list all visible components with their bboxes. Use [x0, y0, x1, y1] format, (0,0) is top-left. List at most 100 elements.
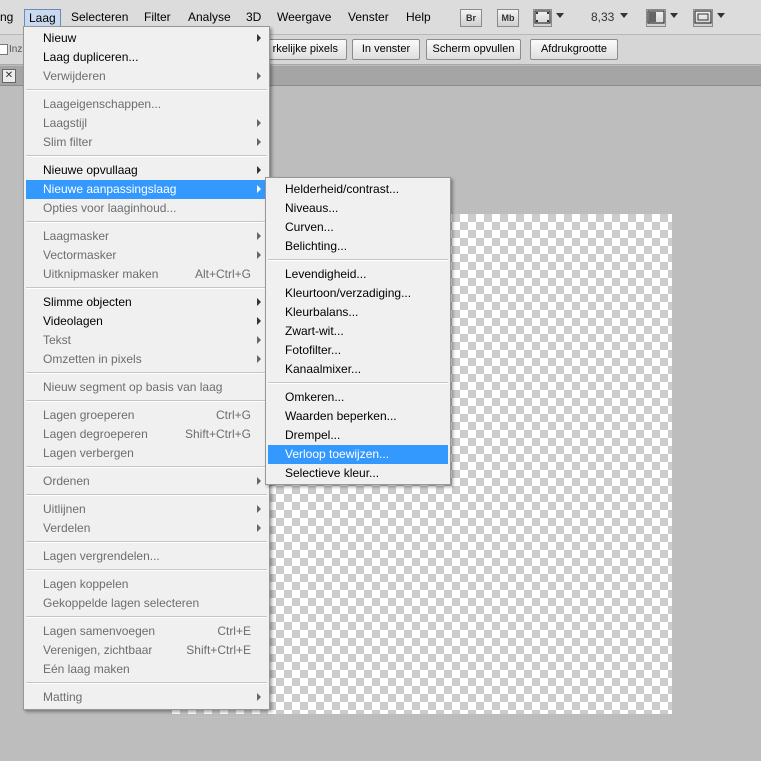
menu-item-lagen-groeperen[interactable]: Lagen groeperen Ctrl+G [26, 406, 267, 425]
menu-item-label: Niveaus... [285, 201, 339, 215]
menu-item-tekst[interactable]: Tekst [26, 331, 267, 350]
submenu-item-drempel[interactable]: Drempel... [268, 426, 448, 445]
menu-separator [26, 682, 267, 684]
menu-separator [26, 569, 267, 571]
screen-mode-icon[interactable] [693, 9, 713, 27]
menu-bar-item-venster[interactable]: Venster [348, 10, 389, 27]
menu-item-label: Ordenen [43, 474, 90, 488]
menu-bar-item-analyse[interactable]: Analyse [188, 10, 231, 27]
menu-item-lagen-degroeperen[interactable]: Lagen degroeperen Shift+Ctrl+G [26, 425, 267, 444]
adjustment-layer-submenu: Helderheid/contrast... Niveaus... Curven..… [265, 177, 451, 485]
menu-item-laagstijl[interactable]: Laagstijl [26, 114, 267, 133]
menu-item-label: Eén laag maken [43, 662, 130, 676]
arrange-documents-icon[interactable] [646, 9, 666, 27]
menu-bar-item-help[interactable]: Help [406, 10, 431, 27]
filmstrip-icon[interactable] [533, 9, 552, 27]
fit-in-window-button[interactable]: In venster [352, 39, 420, 60]
menu-separator [26, 494, 267, 496]
menu-item-nieuw-segment-op-basis-van-laag[interactable]: Nieuw segment op basis van laag [26, 378, 267, 397]
menu-item-slimme-objecten[interactable]: Slimme objecten [26, 293, 267, 312]
menu-item-lagen-vergrendelen[interactable]: Lagen vergrendelen... [26, 547, 267, 566]
menu-item-slim-filter[interactable]: Slim filter [26, 133, 267, 152]
chevron-down-icon[interactable] [556, 13, 564, 18]
menu-item-videolagen[interactable]: Videolagen [26, 312, 267, 331]
menu-item-label: Helderheid/contrast... [285, 182, 400, 196]
close-icon[interactable]: ✕ [2, 69, 16, 83]
chevron-down-icon[interactable] [717, 13, 725, 18]
menu-separator [26, 221, 267, 223]
menu-separator [26, 466, 267, 468]
menu-separator [26, 372, 267, 374]
menu-item-label: Opties voor laaginhoud... [43, 201, 177, 215]
menu-bar-item-weergave[interactable]: Weergave [277, 10, 331, 27]
submenu-item-kanaalmixer[interactable]: Kanaalmixer... [268, 360, 448, 379]
submenu-item-belichting[interactable]: Belichting... [268, 237, 448, 256]
fill-screen-button[interactable]: Scherm opvullen [426, 39, 521, 60]
submenu-item-zwart-wit[interactable]: Zwart-wit... [268, 322, 448, 341]
menu-item-uitknipmasker-maken[interactable]: Uitknipmasker maken Alt+Ctrl+G [26, 265, 267, 284]
submenu-arrow-icon [257, 119, 261, 127]
submenu-arrow-icon [257, 232, 261, 240]
submenu-item-kleurbalans[interactable]: Kleurbalans... [268, 303, 448, 322]
submenu-item-fotofilter[interactable]: Fotofilter... [268, 341, 448, 360]
menu-item-verwijderen[interactable]: Verwijderen [26, 67, 267, 86]
menu-bar-item-bewerking[interactable]: ng [0, 10, 13, 27]
menu-item-laageigenschappen[interactable]: Laageigenschappen... [26, 95, 267, 114]
submenu-item-helderheid-contrast[interactable]: Helderheid/contrast... [268, 180, 448, 199]
menu-item-uitlijnen[interactable]: Uitlijnen [26, 500, 267, 519]
menu-item-label: Nieuwe aanpassingslaag [43, 182, 177, 196]
menu-item-lagen-samenvoegen[interactable]: Lagen samenvoegen Ctrl+E [26, 622, 267, 641]
chevron-down-icon[interactable] [670, 13, 678, 18]
submenu-item-levendigheid[interactable]: Levendigheid... [268, 265, 448, 284]
menu-item-label: Verloop toewijzen... [285, 447, 390, 461]
menu-separator [26, 287, 267, 289]
menu-separator [26, 89, 267, 91]
bridge-button[interactable]: Br [460, 9, 482, 27]
menu-item-omzetten-in-pixels[interactable]: Omzetten in pixels [26, 350, 267, 369]
submenu-item-selectieve-kleur[interactable]: Selectieve kleur... [268, 464, 448, 483]
submenu-arrow-icon [257, 505, 261, 513]
print-size-button[interactable]: Afdrukgrootte [530, 39, 618, 60]
menu-item-label: Verenigen, zichtbaar [43, 643, 153, 657]
submenu-arrow-icon [257, 72, 261, 80]
menu-item-label: Lagen groeperen [43, 408, 135, 422]
minibridge-button[interactable]: Mb [497, 9, 519, 27]
submenu-arrow-icon [257, 477, 261, 485]
submenu-item-waarden-beperken[interactable]: Waarden beperken... [268, 407, 448, 426]
menu-bar-item-selecteren[interactable]: Selecteren [71, 10, 128, 27]
submenu-arrow-icon [257, 251, 261, 259]
zoom-level[interactable]: 8,33 [591, 10, 614, 24]
menu-bar-item-filter[interactable]: Filter [144, 10, 171, 27]
menu-item-matting[interactable]: Matting [26, 688, 267, 707]
menu-item-nieuwe-opvullaag[interactable]: Nieuwe opvullaag [26, 161, 267, 180]
submenu-item-curven[interactable]: Curven... [268, 218, 448, 237]
submenu-item-niveaus[interactable]: Niveaus... [268, 199, 448, 218]
menu-item-nieuw[interactable]: Nieuw [26, 29, 267, 48]
submenu-item-omkeren[interactable]: Omkeren... [268, 388, 448, 407]
menu-item-gekoppelde-lagen-selecteren[interactable]: Gekoppelde lagen selecteren [26, 594, 267, 613]
menu-item-verdelen[interactable]: Verdelen [26, 519, 267, 538]
menu-item-label: Laagstijl [43, 116, 88, 130]
menu-item-laagmasker[interactable]: Laagmasker [26, 227, 267, 246]
menu-item-laag-dupliceren[interactable]: Laag dupliceren... [26, 48, 267, 67]
submenu-arrow-icon [257, 355, 261, 363]
chevron-down-icon[interactable] [620, 13, 628, 18]
menu-item-opties-voor-laaginhoud[interactable]: Opties voor laaginhoud... [26, 199, 267, 218]
menu-item-label: Videolagen [43, 314, 103, 328]
menu-item-verenigen-zichtbaar[interactable]: Verenigen, zichtbaar Shift+Ctrl+E [26, 641, 267, 660]
menu-item-vectormasker[interactable]: Vectormasker [26, 246, 267, 265]
menu-item-lagen-koppelen[interactable]: Lagen koppelen [26, 575, 267, 594]
menu-item-ordenen[interactable]: Ordenen [26, 472, 267, 491]
options-checkbox[interactable] [0, 44, 8, 55]
submenu-item-kleurtoon-verzadiging[interactable]: Kleurtoon/verzadiging... [268, 284, 448, 303]
menu-item-label: Uitknipmasker maken [43, 267, 159, 281]
submenu-item-verloop-toewijzen[interactable]: Verloop toewijzen... [268, 445, 448, 464]
menu-bar-item-3d[interactable]: 3D [246, 10, 261, 27]
menu-item-label: Selectieve kleur... [285, 466, 380, 480]
menu-item-label: Nieuwe opvullaag [43, 163, 138, 177]
menu-item-nieuwe-aanpassingslaag[interactable]: Nieuwe aanpassingslaag [26, 180, 267, 199]
menu-item-een-laag-maken[interactable]: Eén laag maken [26, 660, 267, 679]
menu-item-lagen-verbergen[interactable]: Lagen verbergen [26, 444, 267, 463]
menu-item-label: Slimme objecten [43, 295, 132, 309]
menu-bar-item-laag[interactable]: Laag [24, 9, 61, 27]
